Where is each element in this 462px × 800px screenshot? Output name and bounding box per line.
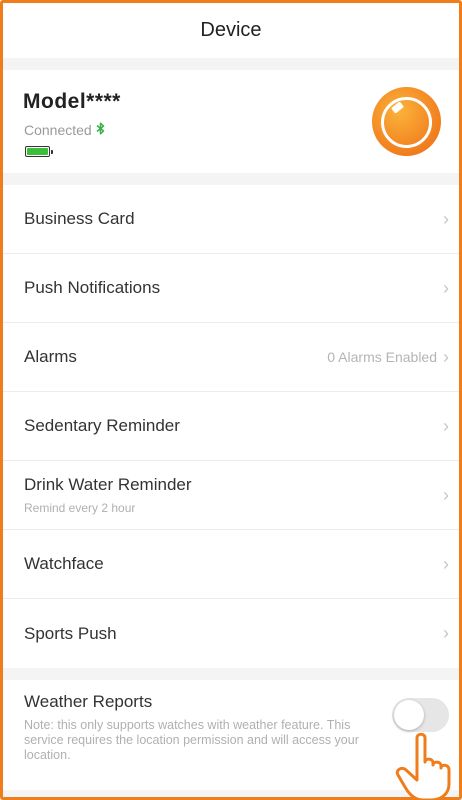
menu-item-push-notifications[interactable]: Push Notifications › <box>3 254 459 323</box>
menu-item-label: Push Notifications <box>24 278 161 297</box>
device-model: Model**** <box>23 90 121 113</box>
menu-item-label: Business Card <box>24 209 135 228</box>
watch-icon <box>372 87 441 156</box>
menu-item-sedentary-reminder[interactable]: Sedentary Reminder › <box>3 392 459 461</box>
settings-list: Business Card › Push Notifications › Ala… <box>3 185 459 668</box>
device-screen: Device Model**** Connected Business Card… <box>0 0 462 800</box>
weather-reports-label: Weather Reports <box>24 692 153 711</box>
menu-item-label: Sedentary Reminder <box>24 416 180 435</box>
chevron-right-icon: › <box>443 208 449 229</box>
section-divider <box>3 58 459 70</box>
nav-bar: Device <box>3 3 459 58</box>
page-title: Device <box>200 19 262 41</box>
menu-item-label: Alarms <box>24 347 77 366</box>
pointing-hand-icon <box>395 732 451 800</box>
battery-icon <box>25 146 53 157</box>
weather-reports-row: Weather Reports Note: this only supports… <box>3 680 459 790</box>
toggle-knob <box>394 700 424 730</box>
menu-item-drink-water-reminder[interactable]: Drink Water Reminder Remind every 2 hour… <box>3 461 459 530</box>
menu-item-business-card[interactable]: Business Card › <box>3 185 459 254</box>
section-divider <box>3 668 459 680</box>
chevron-right-icon: › <box>443 623 449 643</box>
chevron-right-icon: › <box>443 415 449 436</box>
menu-item-watchface[interactable]: Watchface › <box>3 530 459 599</box>
menu-item-label: Drink Water Reminder <box>24 475 192 494</box>
menu-item-label: Watchface <box>24 554 104 573</box>
menu-item-label: Sports Push <box>24 623 117 643</box>
connection-label: Connected <box>24 122 92 138</box>
connection-status: Connected <box>24 122 105 138</box>
battery-level <box>27 148 48 155</box>
bluetooth-icon <box>96 122 105 138</box>
section-divider <box>3 173 459 185</box>
menu-item-subtitle: Remind every 2 hour <box>24 501 136 515</box>
weather-reports-toggle[interactable] <box>392 698 449 732</box>
chevron-right-icon: › <box>443 277 449 298</box>
device-card[interactable]: Model**** Connected <box>3 70 459 173</box>
menu-item-sports-push[interactable]: Sports Push › <box>3 599 459 668</box>
chevron-right-icon: › <box>443 553 449 574</box>
chevron-right-icon: › <box>443 484 449 505</box>
menu-item-alarms[interactable]: Alarms 0 Alarms Enabled › <box>3 323 459 392</box>
alarms-count: 0 Alarms Enabled <box>327 349 437 365</box>
weather-reports-note: Note: this only supports watches with we… <box>24 718 359 762</box>
chevron-right-icon: › <box>443 346 449 367</box>
